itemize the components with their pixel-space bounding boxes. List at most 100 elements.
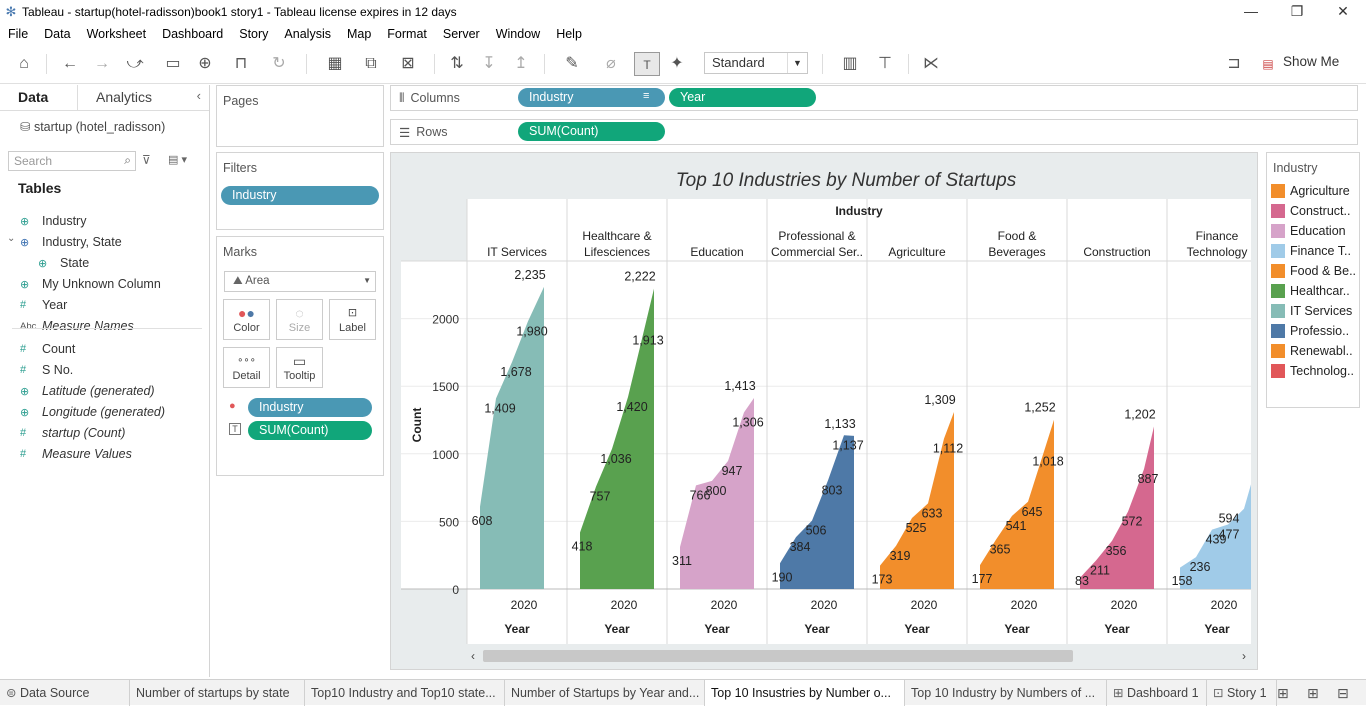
clear-sheet-icon[interactable]: ⊠ bbox=[392, 52, 424, 76]
search-input[interactable]: Search ⌕ bbox=[8, 151, 136, 171]
menu-file[interactable]: File bbox=[8, 27, 28, 41]
sheet-tab[interactable]: Top 10 Insustries by Number o... bbox=[705, 680, 905, 706]
swap-icon[interactable]: ⇅ bbox=[446, 52, 468, 76]
format-painter-icon[interactable]: ⊐ bbox=[1222, 52, 1246, 76]
legend-item[interactable]: Education bbox=[1267, 221, 1359, 241]
show-labels-icon[interactable]: T bbox=[634, 52, 660, 76]
field-startup-count[interactable]: # startup (Count) bbox=[20, 423, 125, 443]
new-worksheet-icon[interactable]: ⊞ bbox=[1277, 680, 1289, 706]
legend-item[interactable]: Renewabl.. bbox=[1267, 341, 1359, 361]
datasource-row[interactable]: ⛁ startup (hotel_radisson) bbox=[0, 111, 209, 145]
sheet-tab[interactable]: Number of Startups by Year and... bbox=[505, 680, 705, 706]
show-me-button[interactable]: Show Me bbox=[1283, 54, 1339, 69]
legend-item[interactable]: Construct.. bbox=[1267, 201, 1359, 221]
menu-worksheet[interactable]: Worksheet bbox=[87, 27, 147, 41]
home-icon[interactable]: ⌂ bbox=[12, 52, 36, 76]
sheet-tab[interactable]: Top10 Industry and Top10 state... bbox=[305, 680, 505, 706]
sheet-tab[interactable]: Number of startups by state bbox=[130, 680, 305, 706]
pause-updates-icon[interactable]: ⊓ bbox=[226, 52, 256, 76]
minimize-icon[interactable]: — bbox=[1228, 0, 1274, 24]
menu-help[interactable]: Help bbox=[556, 27, 582, 41]
columns-pill-year[interactable]: Year bbox=[669, 88, 816, 107]
label-button[interactable]: ⊡ Label bbox=[329, 299, 376, 340]
menu-format[interactable]: Format bbox=[387, 27, 427, 41]
color-button[interactable]: ●● Color bbox=[223, 299, 270, 340]
sheet-tab[interactable]: ⊜ Data Source bbox=[0, 680, 130, 706]
field-industry-state[interactable]: ⊕ Industry, State bbox=[20, 232, 122, 252]
menu-story[interactable]: Story bbox=[239, 27, 268, 41]
sheet-tab[interactable]: Top 10 Industry by Numbers of ... bbox=[905, 680, 1107, 706]
mark-type-select[interactable]: ⛰ Area ▼ bbox=[224, 271, 376, 292]
menu-dashboard[interactable]: Dashboard bbox=[162, 27, 223, 41]
size-button[interactable]: ◌ Size bbox=[276, 299, 323, 340]
tab-data[interactable]: Data bbox=[0, 85, 78, 110]
menu-data[interactable]: Data bbox=[44, 27, 70, 41]
field-label: Measure Values bbox=[42, 447, 132, 461]
detail-button[interactable]: ∘∘∘ Detail bbox=[223, 347, 270, 388]
view-options-icon[interactable]: ▤ ▾ bbox=[168, 153, 187, 166]
menu-map[interactable]: Map bbox=[347, 27, 371, 41]
field-count[interactable]: # Count bbox=[20, 339, 75, 359]
undo-icon[interactable]: ← bbox=[58, 52, 82, 76]
sheet-tab[interactable]: ⊞ Dashboard 1 bbox=[1107, 680, 1207, 706]
sort-desc-icon[interactable]: ↥ bbox=[510, 52, 532, 76]
field-s-no[interactable]: # S No. bbox=[20, 360, 73, 380]
filters-card[interactable]: Filters Industry bbox=[216, 152, 384, 230]
show-cards-icon[interactable]: ▥ bbox=[834, 52, 866, 76]
filter-icon[interactable]: ⊽ bbox=[142, 153, 151, 167]
marks-pill-industry[interactable]: Industry bbox=[248, 398, 372, 417]
legend-item[interactable]: Food & Be.. bbox=[1267, 261, 1359, 281]
menu-server[interactable]: Server bbox=[443, 27, 480, 41]
presentation-icon[interactable]: ⊤ bbox=[874, 52, 896, 76]
new-datasource-icon[interactable]: ⊕ bbox=[194, 52, 216, 76]
field-longitude-generated[interactable]: ⊕ Longitude (generated) bbox=[20, 402, 165, 422]
field-industry[interactable]: ⊕ Industry bbox=[20, 211, 86, 231]
field-year[interactable]: # Year bbox=[20, 295, 67, 315]
filter-pill-industry[interactable]: Industry bbox=[221, 186, 379, 205]
field-my-unknown-column[interactable]: ⊕ My Unknown Column bbox=[20, 274, 161, 294]
replay-icon[interactable]: ⤻ bbox=[120, 52, 150, 76]
new-story-icon[interactable]: ⊟ bbox=[1337, 680, 1349, 706]
collapse-icon[interactable]: ‹ bbox=[197, 88, 201, 103]
tooltip-icon: ▭ bbox=[292, 353, 307, 369]
menu-analysis[interactable]: Analysis bbox=[284, 27, 331, 41]
field-measure-names[interactable]: Abc Measure Names bbox=[20, 316, 134, 336]
close-icon[interactable]: ✕ bbox=[1320, 0, 1366, 24]
pages-card[interactable]: Pages bbox=[216, 85, 384, 147]
tooltip-button[interactable]: ▭ Tooltip bbox=[276, 347, 323, 388]
fix-axes-icon[interactable]: ✦ bbox=[666, 52, 688, 76]
legend-label: Construct.. bbox=[1290, 204, 1351, 218]
group-icon[interactable]: ⌀ bbox=[596, 52, 626, 76]
new-dashboard-icon[interactable]: ⊞ bbox=[1307, 680, 1319, 706]
show-me-icon[interactable]: ▤ bbox=[1258, 52, 1278, 76]
legend-item[interactable]: Finance T.. bbox=[1267, 241, 1359, 261]
datasource-tab-icon: ⊜ bbox=[6, 686, 20, 700]
field-latitude-generated[interactable]: ⊕ Latitude (generated) bbox=[20, 381, 155, 401]
restore-icon[interactable]: ❐ bbox=[1274, 0, 1320, 24]
share-icon[interactable]: ⋉ bbox=[920, 52, 942, 76]
field-state[interactable]: ⊕ State bbox=[38, 253, 89, 273]
marks-pill-sum-count[interactable]: SUM(Count) bbox=[248, 421, 372, 440]
highlight-icon[interactable]: ✎ bbox=[556, 52, 588, 76]
title-bar: ✻ Tableau - startup(hotel-radisson)book1… bbox=[0, 0, 1366, 24]
sheet-tab-label: Number of startups by state bbox=[136, 686, 290, 700]
duplicate-icon[interactable]: ⧉ bbox=[360, 52, 382, 76]
tab-analytics[interactable]: Analytics bbox=[78, 85, 170, 110]
refresh-icon[interactable]: ↻ bbox=[264, 52, 294, 76]
rows-pill-sum-count[interactable]: SUM(Count) bbox=[518, 122, 665, 141]
legend-item[interactable]: Professio.. bbox=[1267, 321, 1359, 341]
legend-item[interactable]: Agriculture bbox=[1267, 181, 1359, 201]
save-icon[interactable]: ▭ bbox=[162, 52, 184, 76]
menu-window[interactable]: Window bbox=[496, 27, 540, 41]
expand-icon[interactable]: ⌄ bbox=[7, 233, 15, 244]
redo-icon[interactable]: → bbox=[90, 52, 114, 76]
sheet-tab[interactable]: ⊡ Story 1 bbox=[1207, 680, 1277, 706]
y-axis-label: Count bbox=[410, 408, 424, 443]
legend-item[interactable]: IT Services bbox=[1267, 301, 1359, 321]
legend-item[interactable]: Healthcar.. bbox=[1267, 281, 1359, 301]
sort-asc-icon[interactable]: ↧ bbox=[478, 52, 500, 76]
legend-item[interactable]: Technolog.. bbox=[1267, 361, 1359, 381]
field-measure-values[interactable]: # Measure Values bbox=[20, 444, 132, 464]
fit-select[interactable]: Standard ▼ bbox=[704, 52, 808, 74]
new-worksheet-icon[interactable]: ▦ bbox=[318, 52, 352, 76]
